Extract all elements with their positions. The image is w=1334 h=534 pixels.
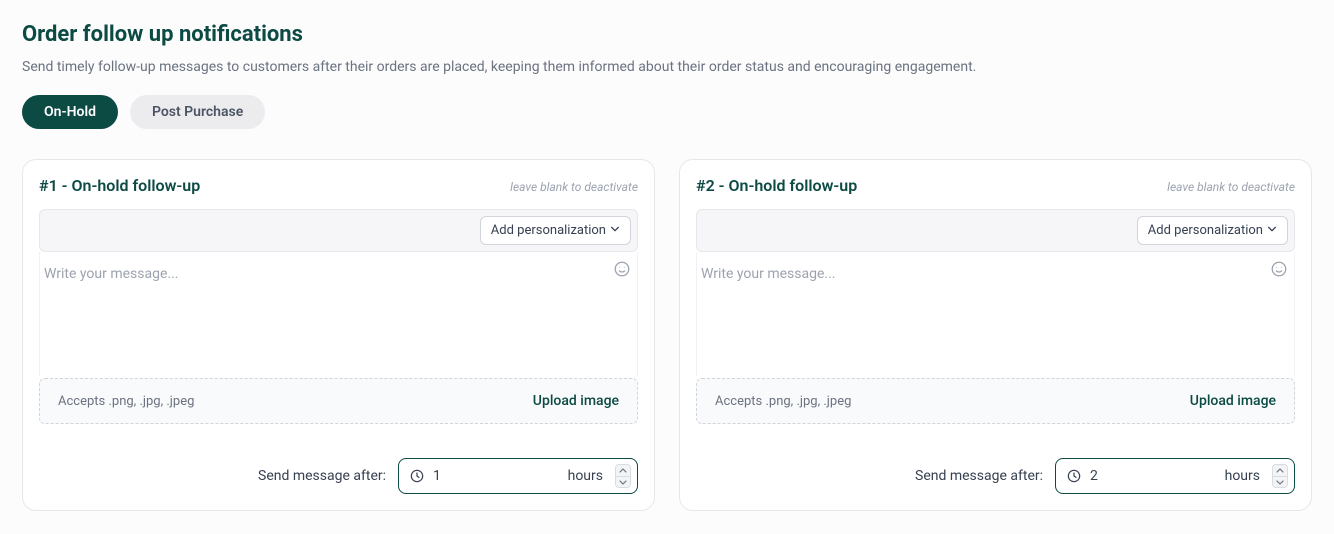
deactivate-hint: leave blank to deactivate xyxy=(1167,180,1295,194)
emoji-icon[interactable] xyxy=(613,260,631,278)
send-after-label: Send message after: xyxy=(258,468,386,484)
time-input[interactable]: hours xyxy=(1055,458,1295,494)
page-title: Order follow up notifications xyxy=(22,22,1312,47)
message-textarea[interactable] xyxy=(40,252,637,372)
clock-icon xyxy=(409,468,425,484)
upload-area[interactable]: Accepts .png, .jpg, .jpeg Upload image xyxy=(39,378,638,424)
page-description: Send timely follow-up messages to custom… xyxy=(22,59,1312,75)
upload-area[interactable]: Accepts .png, .jpg, .jpeg Upload image xyxy=(696,378,1295,424)
step-up-button[interactable] xyxy=(616,465,630,476)
accepts-label: Accepts .png, .jpg, .jpeg xyxy=(715,394,851,409)
chevron-down-icon xyxy=(610,223,620,238)
deactivate-hint: leave blank to deactivate xyxy=(510,180,638,194)
card-title: #2 - On-hold follow-up xyxy=(696,176,857,195)
time-unit: hours xyxy=(1225,468,1260,484)
clock-icon xyxy=(1066,468,1082,484)
add-personalization-button[interactable]: Add personalization xyxy=(1137,216,1288,245)
editor-toolbar: Add personalization xyxy=(39,209,638,252)
upload-image-button[interactable]: Upload image xyxy=(1190,393,1276,409)
add-personalization-label: Add personalization xyxy=(491,223,606,238)
step-up-button[interactable] xyxy=(1273,465,1287,476)
add-personalization-label: Add personalization xyxy=(1148,223,1263,238)
tab-post-purchase[interactable]: Post Purchase xyxy=(130,95,265,129)
send-after-label: Send message after: xyxy=(915,468,1043,484)
upload-image-button[interactable]: Upload image xyxy=(533,393,619,409)
step-down-button[interactable] xyxy=(1273,476,1287,487)
step-down-button[interactable] xyxy=(616,476,630,487)
time-value-input[interactable] xyxy=(1090,468,1217,484)
message-textarea[interactable] xyxy=(697,252,1294,372)
time-input[interactable]: hours xyxy=(398,458,638,494)
stepper xyxy=(1272,464,1288,488)
chevron-down-icon xyxy=(1267,223,1277,238)
followup-card-2: #2 - On-hold follow-up leave blank to de… xyxy=(679,159,1312,511)
time-value-input[interactable] xyxy=(433,468,560,484)
accepts-label: Accepts .png, .jpg, .jpeg xyxy=(58,394,194,409)
stepper xyxy=(615,464,631,488)
editor-toolbar: Add personalization xyxy=(696,209,1295,252)
emoji-icon[interactable] xyxy=(1270,260,1288,278)
followup-card-1: #1 - On-hold follow-up leave blank to de… xyxy=(22,159,655,511)
time-unit: hours xyxy=(568,468,603,484)
card-title: #1 - On-hold follow-up xyxy=(39,176,200,195)
tab-on-hold[interactable]: On-Hold xyxy=(22,95,118,129)
add-personalization-button[interactable]: Add personalization xyxy=(480,216,631,245)
tabs: On-Hold Post Purchase xyxy=(22,95,1312,129)
